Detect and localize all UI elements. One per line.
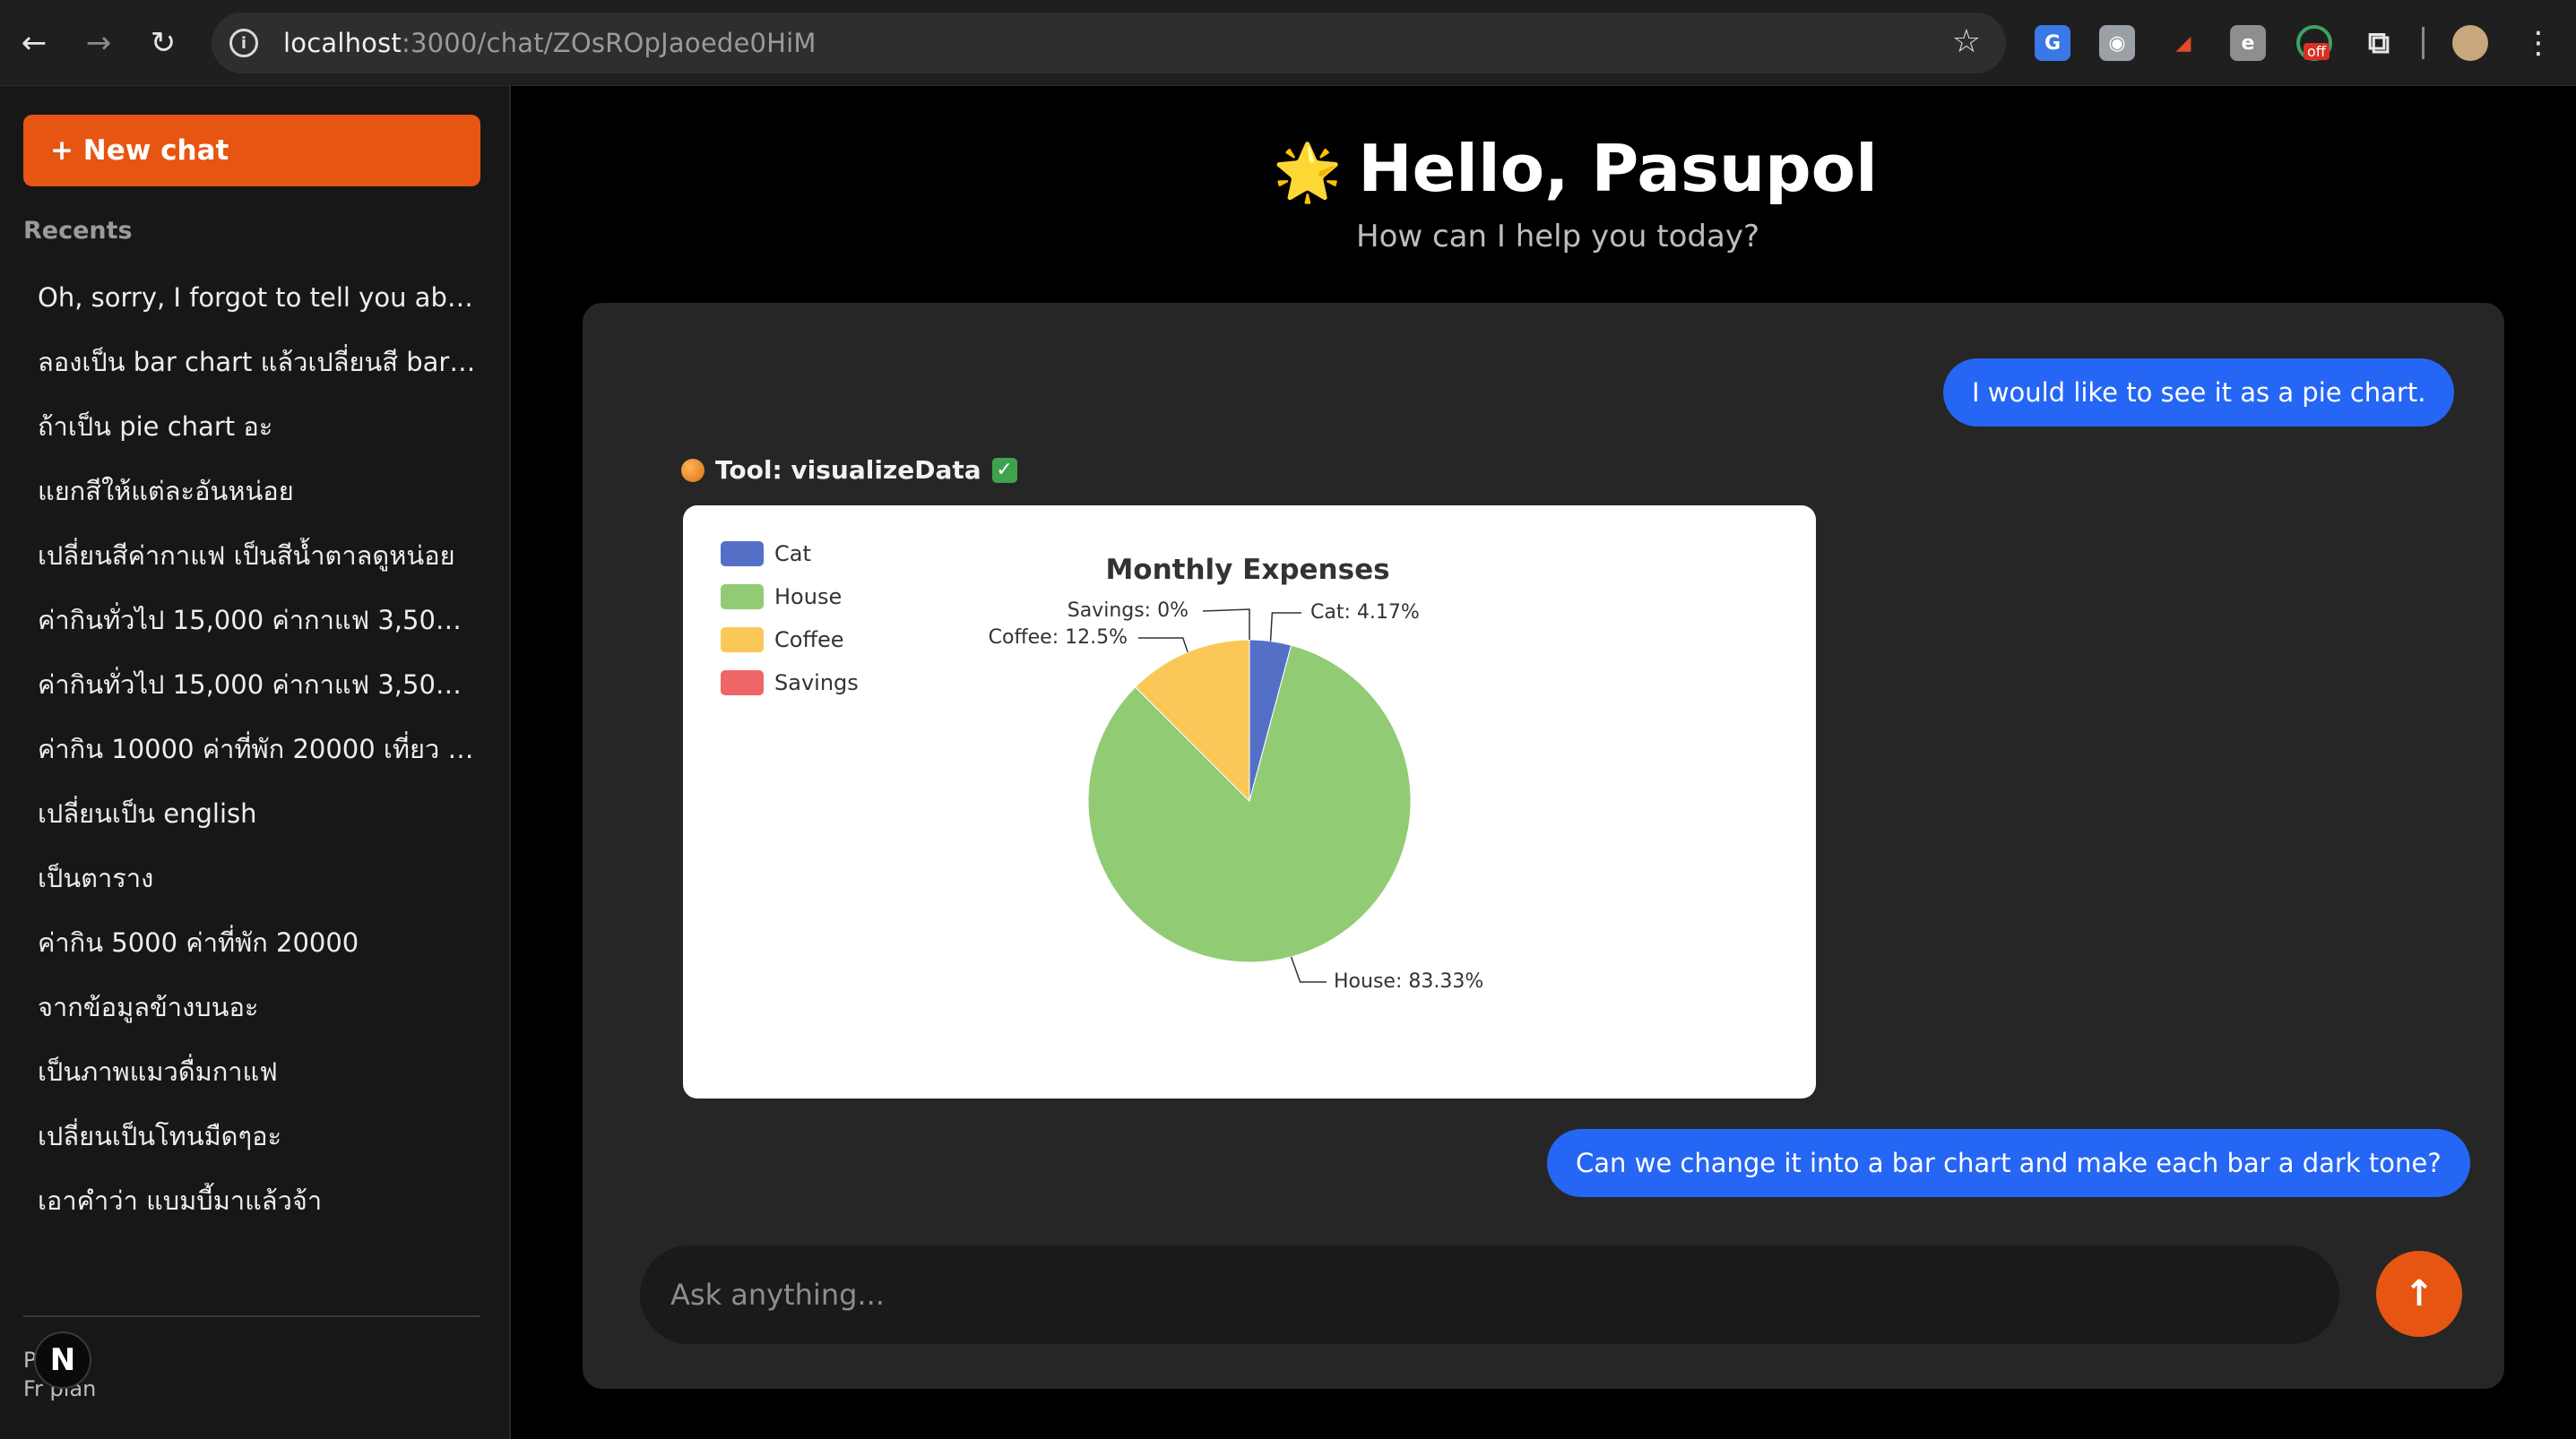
tool-call-label: Tool: visualizeData ✓ <box>681 455 1017 485</box>
puzzle-icon[interactable]: ⧉ <box>2361 25 2397 61</box>
pdf-icon[interactable]: ◢ <box>2165 25 2201 61</box>
menu-kebab-icon[interactable]: ⋮ <box>2515 20 2562 66</box>
e-icon[interactable]: e <box>2230 25 2266 61</box>
greeting-title: 🌟 Hello, Pasupol <box>1273 131 1878 206</box>
legend-label: Savings <box>774 670 859 695</box>
browser-toolbar: ← → ↻ i localhost:3000/chat/ZOsROpJaoede… <box>0 0 2576 86</box>
chat-panel: I would like to see it as a pie chart. T… <box>583 303 2504 1389</box>
back-icon[interactable]: ← <box>11 20 57 66</box>
recent-item[interactable]: ลองเป็น bar chart แล้วเปลี่ยนสี bar ... <box>38 344 477 409</box>
nextjs-badge[interactable]: N <box>34 1331 91 1389</box>
site-info-icon[interactable]: i <box>229 29 258 57</box>
recent-item[interactable]: ค่ากินทั่วไป 15,000 ค่ากาแฟ 3,500 ค่า... <box>38 602 477 667</box>
pie-chart: Cat House Coffee Savings Monthly Expenses C… <box>721 541 1483 993</box>
pie-label-line <box>1138 637 1189 652</box>
recent-item[interactable]: เปลี่ยนเป็นโทนมืดๆอะ <box>38 1118 477 1183</box>
recent-item[interactable]: เปลี่ยนสีค่ากาแฟ เป็นสีน้ำตาลดูหน่อย <box>38 538 477 602</box>
pie-label: House: 83.33% <box>1334 970 1483 993</box>
translate-icon[interactable]: G <box>2035 25 2070 61</box>
tool-dot-icon <box>681 458 705 482</box>
recent-item[interactable]: ค่ากิน 5000 ค่าที่พัก 20000 <box>38 925 477 989</box>
toolbar-separator <box>2422 27 2425 59</box>
recent-item[interactable]: ค่ากิน 10000 ค่าที่พัก 20000 เที่ยว 5... <box>38 731 477 796</box>
legend-label: Cat <box>774 541 811 566</box>
forward-icon[interactable]: → <box>75 20 122 66</box>
legend-swatch[interactable] <box>721 541 764 566</box>
recent-item[interactable]: แยกสีให้แต่ละอันหน่อย <box>38 473 477 538</box>
reload-icon[interactable]: ↻ <box>140 20 186 66</box>
chart-card: Cat House Coffee Savings Monthly Expenses C… <box>683 505 1816 1099</box>
greeting-subtitle: How can I help you today? <box>1356 219 1760 254</box>
chat-input-container[interactable] <box>640 1245 2339 1344</box>
chat-input[interactable] <box>670 1278 2284 1312</box>
new-chat-button[interactable]: + New chat <box>23 115 480 186</box>
pie-slices <box>1087 639 1412 963</box>
recent-list: Oh, sorry, I forgot to tell you abo... ล… <box>38 280 477 1247</box>
star-icon: 🌟 <box>1273 139 1343 204</box>
pie-label-line <box>1290 956 1327 983</box>
arrow-up-icon: ↑ <box>2404 1273 2434 1314</box>
user-message: I would like to see it as a pie chart. <box>1943 358 2455 427</box>
pie-label: Coffee: 12.5% <box>989 626 1128 649</box>
url-path: :3000/chat/ZOsROpJaoede0HiM <box>401 28 817 58</box>
recent-item[interactable]: Oh, sorry, I forgot to tell you abo... <box>38 280 477 344</box>
legend-swatch[interactable] <box>721 627 764 652</box>
off-badge: off <box>2304 43 2330 60</box>
greeting-text: Hello, Pasupol <box>1358 131 1878 206</box>
tool-label-text: Tool: visualizeData <box>715 455 981 485</box>
url-host: localhost <box>283 28 402 58</box>
bookmark-star-icon[interactable]: ☆ <box>1952 23 1981 60</box>
pie-label: Savings: 0% <box>1068 599 1189 622</box>
legend-label: Coffee <box>774 627 844 652</box>
recent-item[interactable]: ถ้าเป็น pie chart อะ <box>38 409 477 473</box>
check-icon: ✓ <box>991 457 1017 483</box>
legend-label: House <box>774 584 842 609</box>
pie-label: Cat: 4.17% <box>1310 601 1420 624</box>
sidebar-divider <box>23 1315 480 1317</box>
url-text[interactable]: localhost:3000/chat/ZOsROpJaoede0HiM <box>283 28 817 58</box>
recent-item[interactable]: ค่ากินทั่วไป 15,000 ค่ากาแฟ 3,500 ค่า... <box>38 667 477 731</box>
chart-legend: Cat House Coffee Savings <box>721 541 859 695</box>
recent-item[interactable]: เป็นตาราง <box>38 860 477 925</box>
recents-heading: Recents <box>23 217 133 245</box>
pie-label-line <box>1202 608 1250 640</box>
address-bar[interactable]: i localhost:3000/chat/ZOsROpJaoede0HiM ☆ <box>212 13 2006 73</box>
pie-label-line <box>1269 612 1301 642</box>
recent-item[interactable]: เปลี่ยนเป็น english <box>38 796 477 860</box>
recent-item[interactable]: เอาคำว่า แบมบี้มาแล้วจ้า <box>38 1183 477 1247</box>
send-button[interactable]: ↑ <box>2376 1251 2462 1337</box>
profile-icon[interactable] <box>2452 25 2488 61</box>
camera-icon[interactable]: ◉ <box>2099 25 2135 61</box>
recent-item[interactable]: เป็นภาพแมวดื่มกาแฟ <box>38 1054 477 1118</box>
legend-swatch[interactable] <box>721 670 764 695</box>
chart-title: Monthly Expenses <box>1105 554 1389 586</box>
user-message: Can we change it into a bar chart and ma… <box>1547 1129 2470 1197</box>
sidebar: + New chat Recents Oh, sorry, I forgot t… <box>0 86 511 1439</box>
recent-item[interactable]: จากข้อมูลข้างบนอะ <box>38 989 477 1054</box>
legend-swatch[interactable] <box>721 584 764 609</box>
